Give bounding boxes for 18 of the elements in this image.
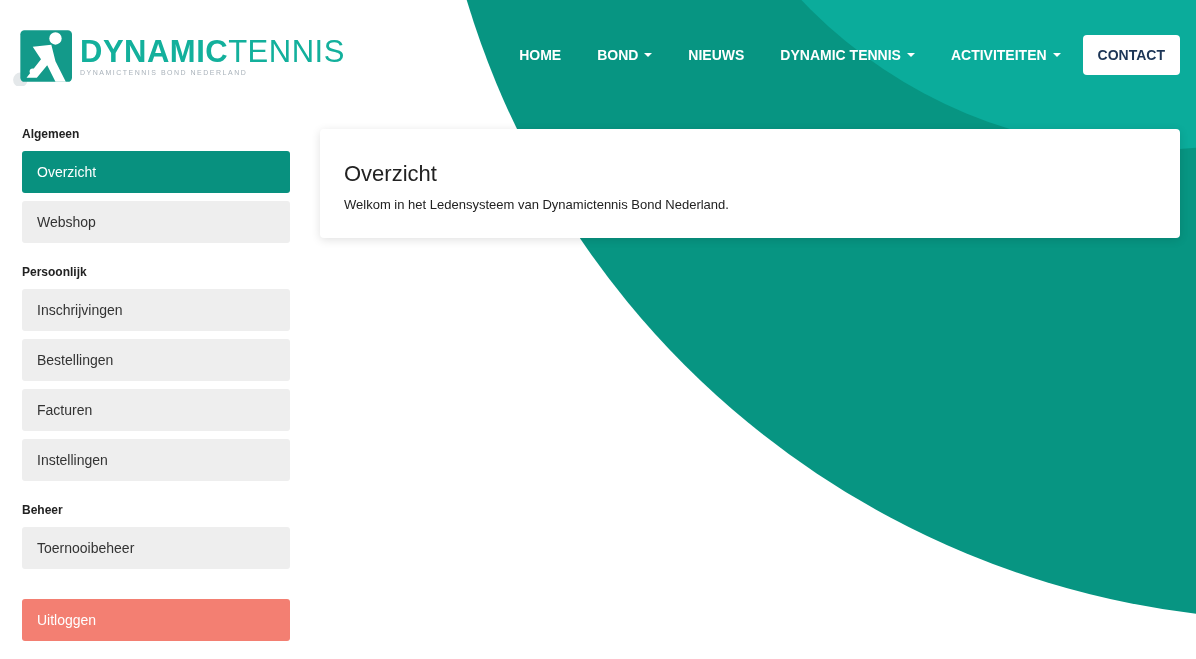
card-title: Overzicht	[344, 161, 438, 187]
sidebar-heading: Persoonlijk	[22, 265, 88, 279]
sidebar-heading: Algemeen	[22, 127, 81, 141]
nav-link[interactable]: HOME	[501, 47, 580, 63]
sidebar-item[interactable]: Toernooibeheer	[22, 527, 290, 569]
nav-link[interactable]: NIEUWS	[670, 47, 763, 63]
nav-link[interactable]: DYNAMIC TENNIS	[762, 47, 933, 63]
sidebar-item[interactable]: Webshop	[22, 201, 290, 243]
nav-link[interactable]: BOND	[579, 47, 671, 63]
contact-button[interactable]: CONTACT	[1082, 35, 1180, 75]
sidebar-item[interactable]: Overzicht	[22, 151, 290, 193]
sidebar-item[interactable]: Instellingen	[22, 439, 290, 481]
sidebar-heading: Beheer	[22, 503, 64, 517]
sidebar-item[interactable]: Facturen	[22, 389, 290, 431]
sidebar-item[interactable]: Inschrijvingen	[22, 289, 290, 331]
logo-title: DYNAMICTENNIS	[80, 34, 345, 69]
welcome-text: Welkom in het Ledensysteem van Dynamictennis Bond Nederland.	[344, 197, 730, 212]
sidebar-item[interactable]: Bestellingen	[22, 339, 290, 381]
